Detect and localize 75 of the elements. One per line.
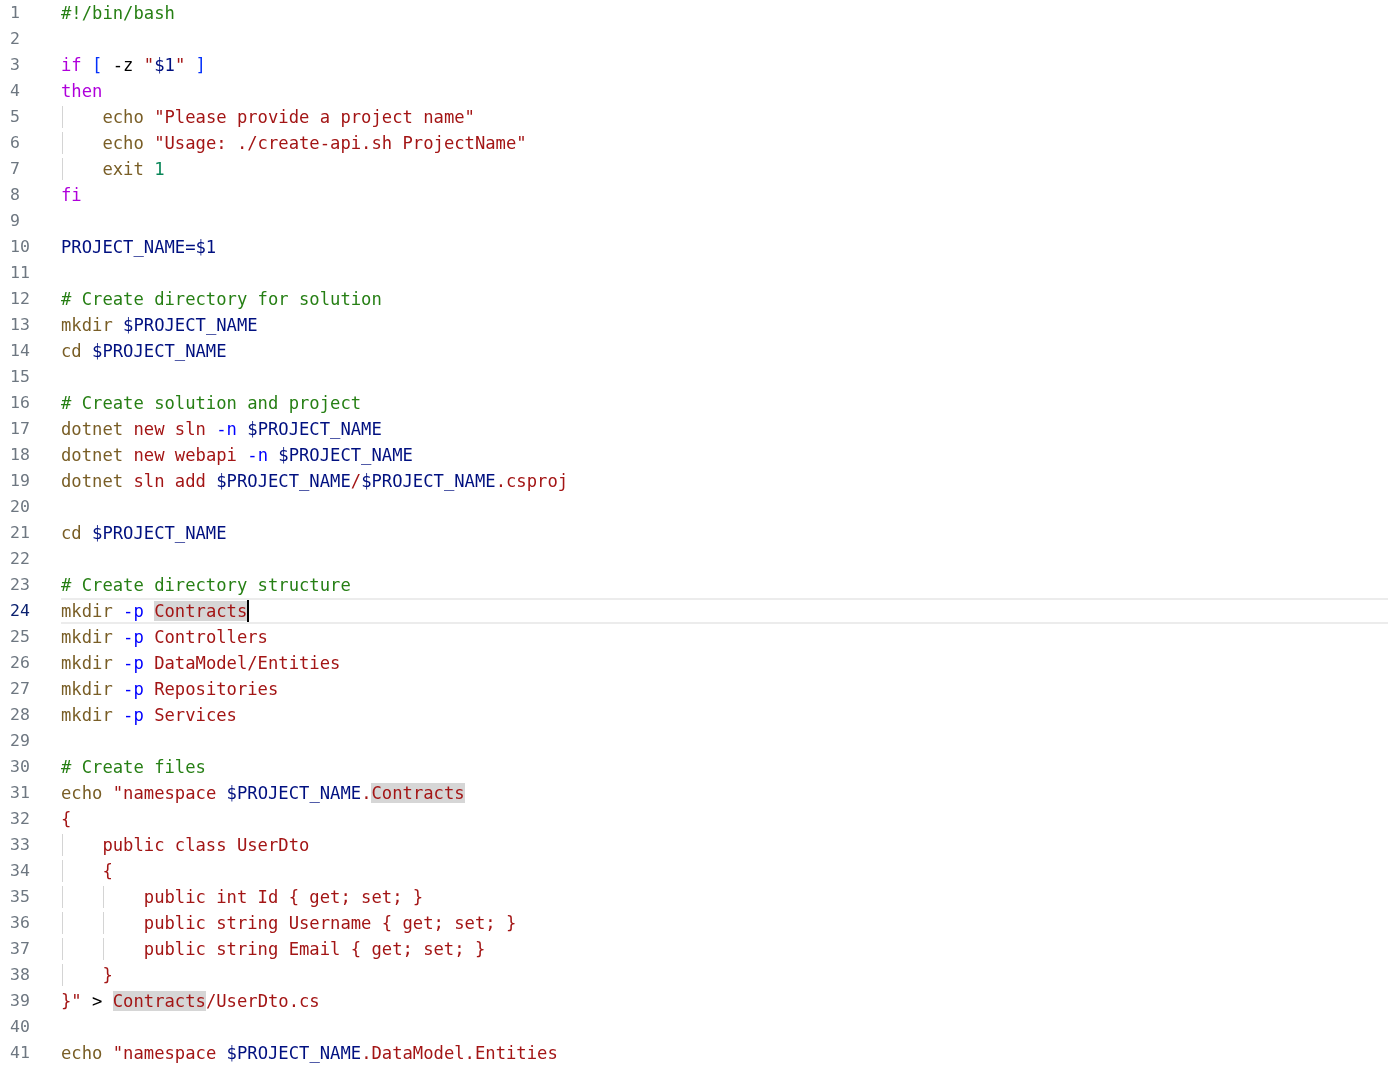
line-number: 10 bbox=[9, 236, 31, 258]
code-line: fi bbox=[61, 184, 82, 206]
code-line: cd $PROJECT_NAME bbox=[61, 340, 227, 362]
line-number: 38 bbox=[9, 964, 31, 986]
line-number: 11 bbox=[9, 262, 31, 284]
line-number: 41 bbox=[9, 1042, 31, 1064]
code-line: dotnet new sln -n $PROJECT_NAME bbox=[61, 418, 382, 440]
line-number: 6 bbox=[9, 132, 21, 154]
line-number: 35 bbox=[9, 886, 31, 908]
line-number: 18 bbox=[9, 444, 31, 466]
code-line: echo "namespace $PROJECT_NAME.Contracts bbox=[61, 782, 465, 804]
line-number: 5 bbox=[9, 106, 21, 128]
line-number: 33 bbox=[9, 834, 31, 856]
line-number: 28 bbox=[9, 704, 31, 726]
code-line: # Create directory for solution bbox=[61, 288, 382, 310]
code-line: { bbox=[61, 808, 72, 830]
line-number: 24 bbox=[9, 600, 31, 622]
code-line: #!/bin/bash bbox=[61, 2, 175, 24]
line-number: 15 bbox=[9, 366, 31, 388]
code-line: cd $PROJECT_NAME bbox=[61, 522, 227, 544]
line-number: 2 bbox=[9, 28, 21, 50]
line-number: 19 bbox=[9, 470, 31, 492]
line-number: 7 bbox=[9, 158, 21, 180]
code-line: mkdir $PROJECT_NAME bbox=[61, 314, 258, 336]
code-line: mkdir -p Controllers bbox=[61, 626, 268, 648]
code-line: exit 1 bbox=[101, 158, 165, 180]
text-cursor bbox=[247, 600, 250, 622]
code-line: dotnet sln add $PROJECT_NAME/$PROJECT_NAME.csproj bbox=[61, 470, 569, 492]
line-number: 27 bbox=[9, 678, 31, 700]
code-line: public string Username { get; set; } bbox=[142, 912, 517, 934]
code-line: PROJECT_NAME=$1 bbox=[61, 236, 217, 258]
line-number: 25 bbox=[9, 626, 31, 648]
line-number: 1 bbox=[9, 2, 21, 24]
code-line: # Create files bbox=[61, 756, 206, 778]
line-number: 40 bbox=[9, 1016, 31, 1038]
line-number: 20 bbox=[9, 496, 31, 518]
code-line: echo "Usage: ./create-api.sh ProjectName" bbox=[101, 132, 527, 154]
code-line: }" > Contracts/UserDto.cs bbox=[61, 990, 320, 1012]
code-line: mkdir -p DataModel/Entities bbox=[61, 652, 341, 674]
line-number: 8 bbox=[9, 184, 21, 206]
line-number: 29 bbox=[9, 730, 31, 752]
code-line: mkdir -p Contracts bbox=[61, 600, 248, 622]
code-line: echo "Please provide a project name" bbox=[101, 106, 475, 128]
line-number: 9 bbox=[9, 210, 21, 232]
code-line: mkdir -p Services bbox=[61, 704, 237, 726]
line-number: 30 bbox=[9, 756, 31, 778]
code-line: dotnet new webapi -n $PROJECT_NAME bbox=[61, 444, 413, 466]
line-number: 26 bbox=[9, 652, 31, 674]
line-number: 22 bbox=[9, 548, 31, 570]
line-number: 16 bbox=[9, 392, 31, 414]
code-line: then bbox=[61, 80, 103, 102]
line-number: 3 bbox=[9, 54, 21, 76]
code-line: # Create directory structure bbox=[61, 574, 351, 596]
code-line: public string Email { get; set; } bbox=[142, 938, 486, 960]
line-number: 34 bbox=[9, 860, 31, 882]
line-number: 14 bbox=[9, 340, 31, 362]
line-number: 39 bbox=[9, 990, 31, 1012]
code-line: echo "namespace $PROJECT_NAME.DataModel.Entities bbox=[61, 1042, 558, 1064]
line-number: 12 bbox=[9, 288, 31, 310]
line-number: 21 bbox=[9, 522, 31, 544]
line-number: 37 bbox=[9, 938, 31, 960]
code-line: # Create solution and project bbox=[61, 392, 362, 414]
line-number: 31 bbox=[9, 782, 31, 804]
code-line: public int Id { get; set; } bbox=[142, 886, 424, 908]
code-line: } bbox=[101, 964, 113, 986]
line-number: 13 bbox=[9, 314, 31, 336]
code-line: public class UserDto bbox=[101, 834, 310, 856]
line-number: 32 bbox=[9, 808, 31, 830]
line-number: 36 bbox=[9, 912, 31, 934]
code-line: { bbox=[101, 860, 113, 882]
code-line: mkdir -p Repositories bbox=[61, 678, 279, 700]
line-number: 17 bbox=[9, 418, 31, 440]
code-line: if [ -z "$1" ] bbox=[61, 54, 206, 76]
line-number: 4 bbox=[9, 80, 21, 102]
line-number: 23 bbox=[9, 574, 31, 596]
